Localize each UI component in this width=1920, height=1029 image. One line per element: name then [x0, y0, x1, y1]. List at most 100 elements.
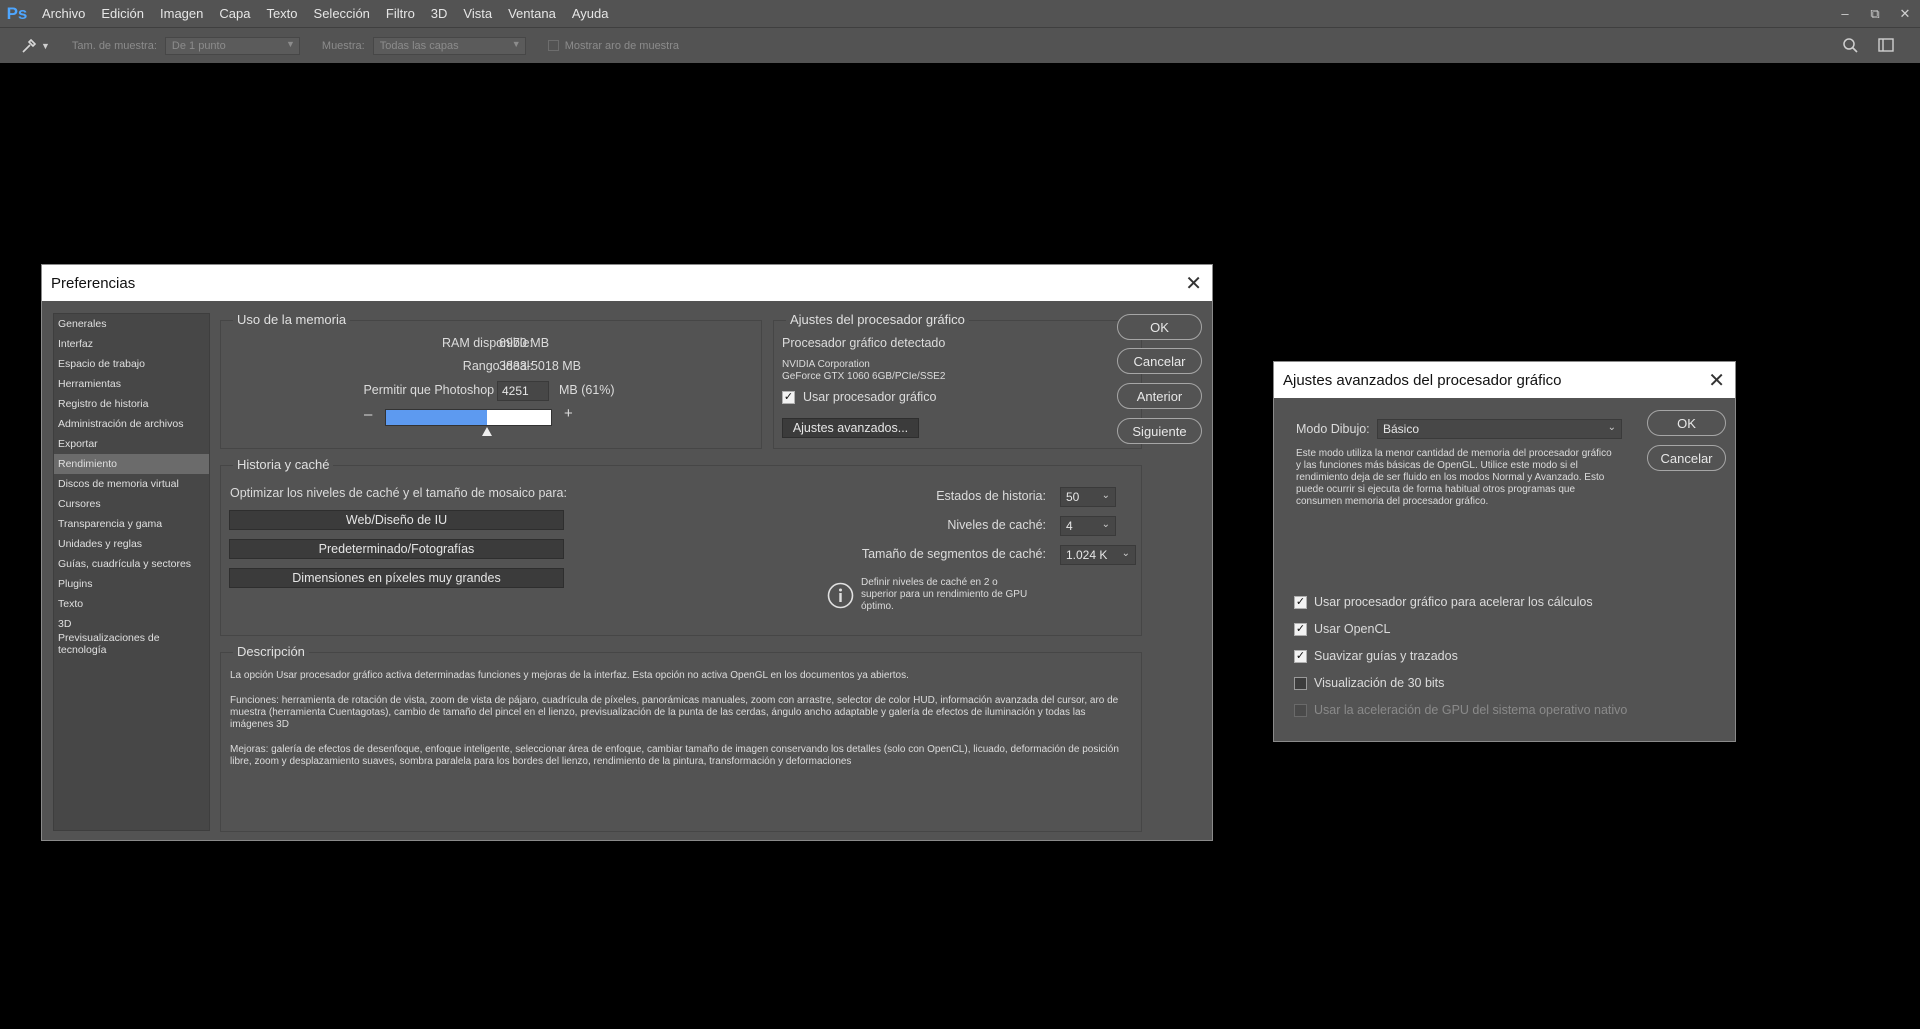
option-label[interactable]: Suavizar guías y trazados: [1314, 649, 1458, 663]
advanced-settings-button[interactable]: Ajustes avanzados...: [782, 418, 919, 438]
sidebar-item[interactable]: Previsualizaciones de tecnología: [54, 632, 209, 656]
preset-huge-pixels-button[interactable]: Dimensiones en píxeles muy grandes: [229, 568, 564, 588]
eyedropper-icon[interactable]: [20, 37, 38, 55]
minimize-icon[interactable]: –: [1830, 0, 1860, 27]
search-icon[interactable]: [1842, 37, 1858, 56]
sidebar-item[interactable]: Cursores: [54, 494, 209, 514]
menu-vista[interactable]: Vista: [455, 6, 500, 21]
menu-ayuda[interactable]: Ayuda: [564, 6, 617, 21]
previous-button[interactable]: Anterior: [1117, 383, 1202, 409]
menu-edicion[interactable]: Edición: [93, 6, 152, 21]
description-p3: Mejoras: galería de efectos de desenfoqu…: [230, 744, 1119, 767]
tile-size-select[interactable]: 1.024 K ⌄: [1060, 545, 1136, 565]
option-checkbox[interactable]: ✓: [1294, 623, 1307, 636]
sidebar-item[interactable]: Generales: [54, 314, 209, 334]
memory-usage-input[interactable]: 4251: [497, 381, 549, 401]
drawing-mode-description: Este modo utiliza la menor cantidad de m…: [1296, 448, 1612, 507]
close-icon[interactable]: ✕: [1890, 0, 1920, 27]
ok-button[interactable]: OK: [1117, 314, 1202, 340]
sidebar-item[interactable]: Herramientas: [54, 374, 209, 394]
close-icon[interactable]: ✕: [1185, 271, 1202, 296]
advanced-gpu-dialog: Ajustes avanzados del procesador gráfico…: [1273, 361, 1736, 742]
chevron-down-icon[interactable]: ▼: [41, 41, 50, 51]
minus-icon[interactable]: –: [364, 406, 372, 423]
preset-default-photos-button[interactable]: Predeterminado/Fotografías: [229, 539, 564, 559]
description-p2: Funciones: herramienta de rotación de vi…: [230, 695, 1119, 730]
sidebar-item[interactable]: Guías, cuadrícula y sectores: [54, 554, 209, 574]
options-bar: ▼ Tam. de muestra: De 1 punto ▼ Muestra:…: [0, 27, 1920, 63]
sidebar-item[interactable]: Rendimiento: [54, 454, 209, 474]
memory-unit: MB (61%): [559, 383, 615, 397]
option-label[interactable]: Usar procesador gráfico para acelerar lo…: [1314, 595, 1593, 609]
info-icon: [827, 582, 854, 614]
sidebar-item[interactable]: Unidades y reglas: [54, 534, 209, 554]
memory-slider-fill: [386, 410, 487, 425]
preferences-dialog: Preferencias ✕ Generales Interfaz Espacio …: [41, 264, 1213, 841]
sample-size-select[interactable]: De 1 punto ▼: [164, 36, 300, 55]
sidebar-item[interactable]: Interfaz: [54, 334, 209, 354]
dialog-title: Ajustes avanzados del procesador gráfico: [1283, 371, 1562, 389]
sidebar-item[interactable]: Espacio de trabajo: [54, 354, 209, 374]
history-cache-title: Historia y caché: [233, 457, 334, 472]
memory-slider-thumb[interactable]: [481, 427, 492, 436]
sample-size-label: Tam. de muestra:: [71, 39, 157, 52]
restore-icon[interactable]: ⧉: [1860, 0, 1890, 27]
menu-capa[interactable]: Capa: [211, 6, 258, 21]
gpu-group: Ajustes del procesador gráfico Procesado…: [773, 312, 1142, 449]
sidebar-item[interactable]: Exportar: [54, 434, 209, 454]
menu-seleccion[interactable]: Selección: [306, 6, 378, 21]
option-label[interactable]: Usar OpenCL: [1314, 622, 1390, 636]
cancel-button[interactable]: Cancelar: [1647, 445, 1726, 471]
window-controls: – ⧉ ✕: [1830, 0, 1920, 27]
cancel-button[interactable]: Cancelar: [1117, 348, 1202, 374]
menu-filtro[interactable]: Filtro: [378, 6, 423, 21]
sidebar-item[interactable]: Texto: [54, 594, 209, 614]
preset-web-ui-button[interactable]: Web/Diseño de IU: [229, 510, 564, 530]
menu-ventana[interactable]: Ventana: [500, 6, 564, 21]
advanced-gpu-titlebar: Ajustes avanzados del procesador gráfico…: [1274, 362, 1735, 398]
ideal-value: 3833-5018 MB: [499, 359, 582, 373]
sample-select[interactable]: Todas las capas ▼: [372, 36, 526, 55]
chevron-down-icon: ⌄: [1101, 490, 1110, 501]
ok-button[interactable]: OK: [1647, 410, 1726, 436]
menu-archivo[interactable]: Archivo: [34, 6, 93, 21]
description-group: Descripción La opción Usar procesador gr…: [220, 644, 1142, 832]
sidebar-item[interactable]: Administración de archivos: [54, 414, 209, 434]
plus-icon[interactable]: +: [564, 405, 573, 422]
option-checkbox[interactable]: ✓: [1294, 596, 1307, 609]
option-checkbox[interactable]: [1294, 677, 1307, 690]
close-icon[interactable]: ✕: [1708, 368, 1725, 393]
sample-value: Todas las capas: [379, 39, 459, 52]
sidebar-item[interactable]: Transparencia y gama: [54, 514, 209, 534]
option-label[interactable]: Visualización de 30 bits: [1314, 676, 1444, 690]
sidebar-item[interactable]: Plugins: [54, 574, 209, 594]
cache-levels-label: Niveles de caché:: [947, 518, 1046, 532]
workspace-icon[interactable]: [1878, 38, 1894, 55]
history-states-select[interactable]: 50 ⌄: [1060, 487, 1116, 507]
show-ring-checkbox[interactable]: [547, 40, 559, 51]
gpu-vendor: NVIDIA Corporation: [782, 359, 870, 370]
preferences-titlebar: Preferencias ✕: [42, 265, 1212, 301]
tile-size-label: Tamaño de segmentos de caché:: [861, 547, 1046, 561]
ram-value: 6970 MB: [499, 336, 550, 350]
option-checkbox: [1294, 704, 1307, 717]
option-checkbox[interactable]: ✓: [1294, 650, 1307, 663]
sidebar-item[interactable]: 3D: [54, 614, 209, 634]
sample-label: Muestra:: [321, 39, 365, 52]
sidebar-item[interactable]: Discos de memoria virtual: [54, 474, 209, 494]
next-button[interactable]: Siguiente: [1117, 418, 1202, 444]
gpu-model: GeForce GTX 1060 6GB/PCIe/SSE2: [782, 371, 946, 382]
use-gpu-checkbox[interactable]: ✓: [782, 391, 795, 404]
menu-texto[interactable]: Texto: [258, 6, 305, 21]
memory-slider[interactable]: [385, 409, 552, 436]
menu-imagen[interactable]: Imagen: [152, 6, 211, 21]
tile-size-value: 1.024 K: [1066, 548, 1108, 562]
option-label: Usar la aceleración de GPU del sistema o…: [1314, 703, 1628, 717]
menu-3d[interactable]: 3D: [423, 6, 456, 21]
sample-size-value: De 1 punto: [171, 39, 226, 52]
cache-info-text: Definir niveles de caché en 2 o superior…: [861, 577, 1028, 612]
use-gpu-label[interactable]: Usar procesador gráfico: [803, 390, 936, 404]
cache-levels-select[interactable]: 4 ⌄: [1060, 516, 1116, 536]
drawing-mode-select[interactable]: Básico ⌄: [1377, 419, 1622, 439]
sidebar-item[interactable]: Registro de historia: [54, 394, 209, 414]
